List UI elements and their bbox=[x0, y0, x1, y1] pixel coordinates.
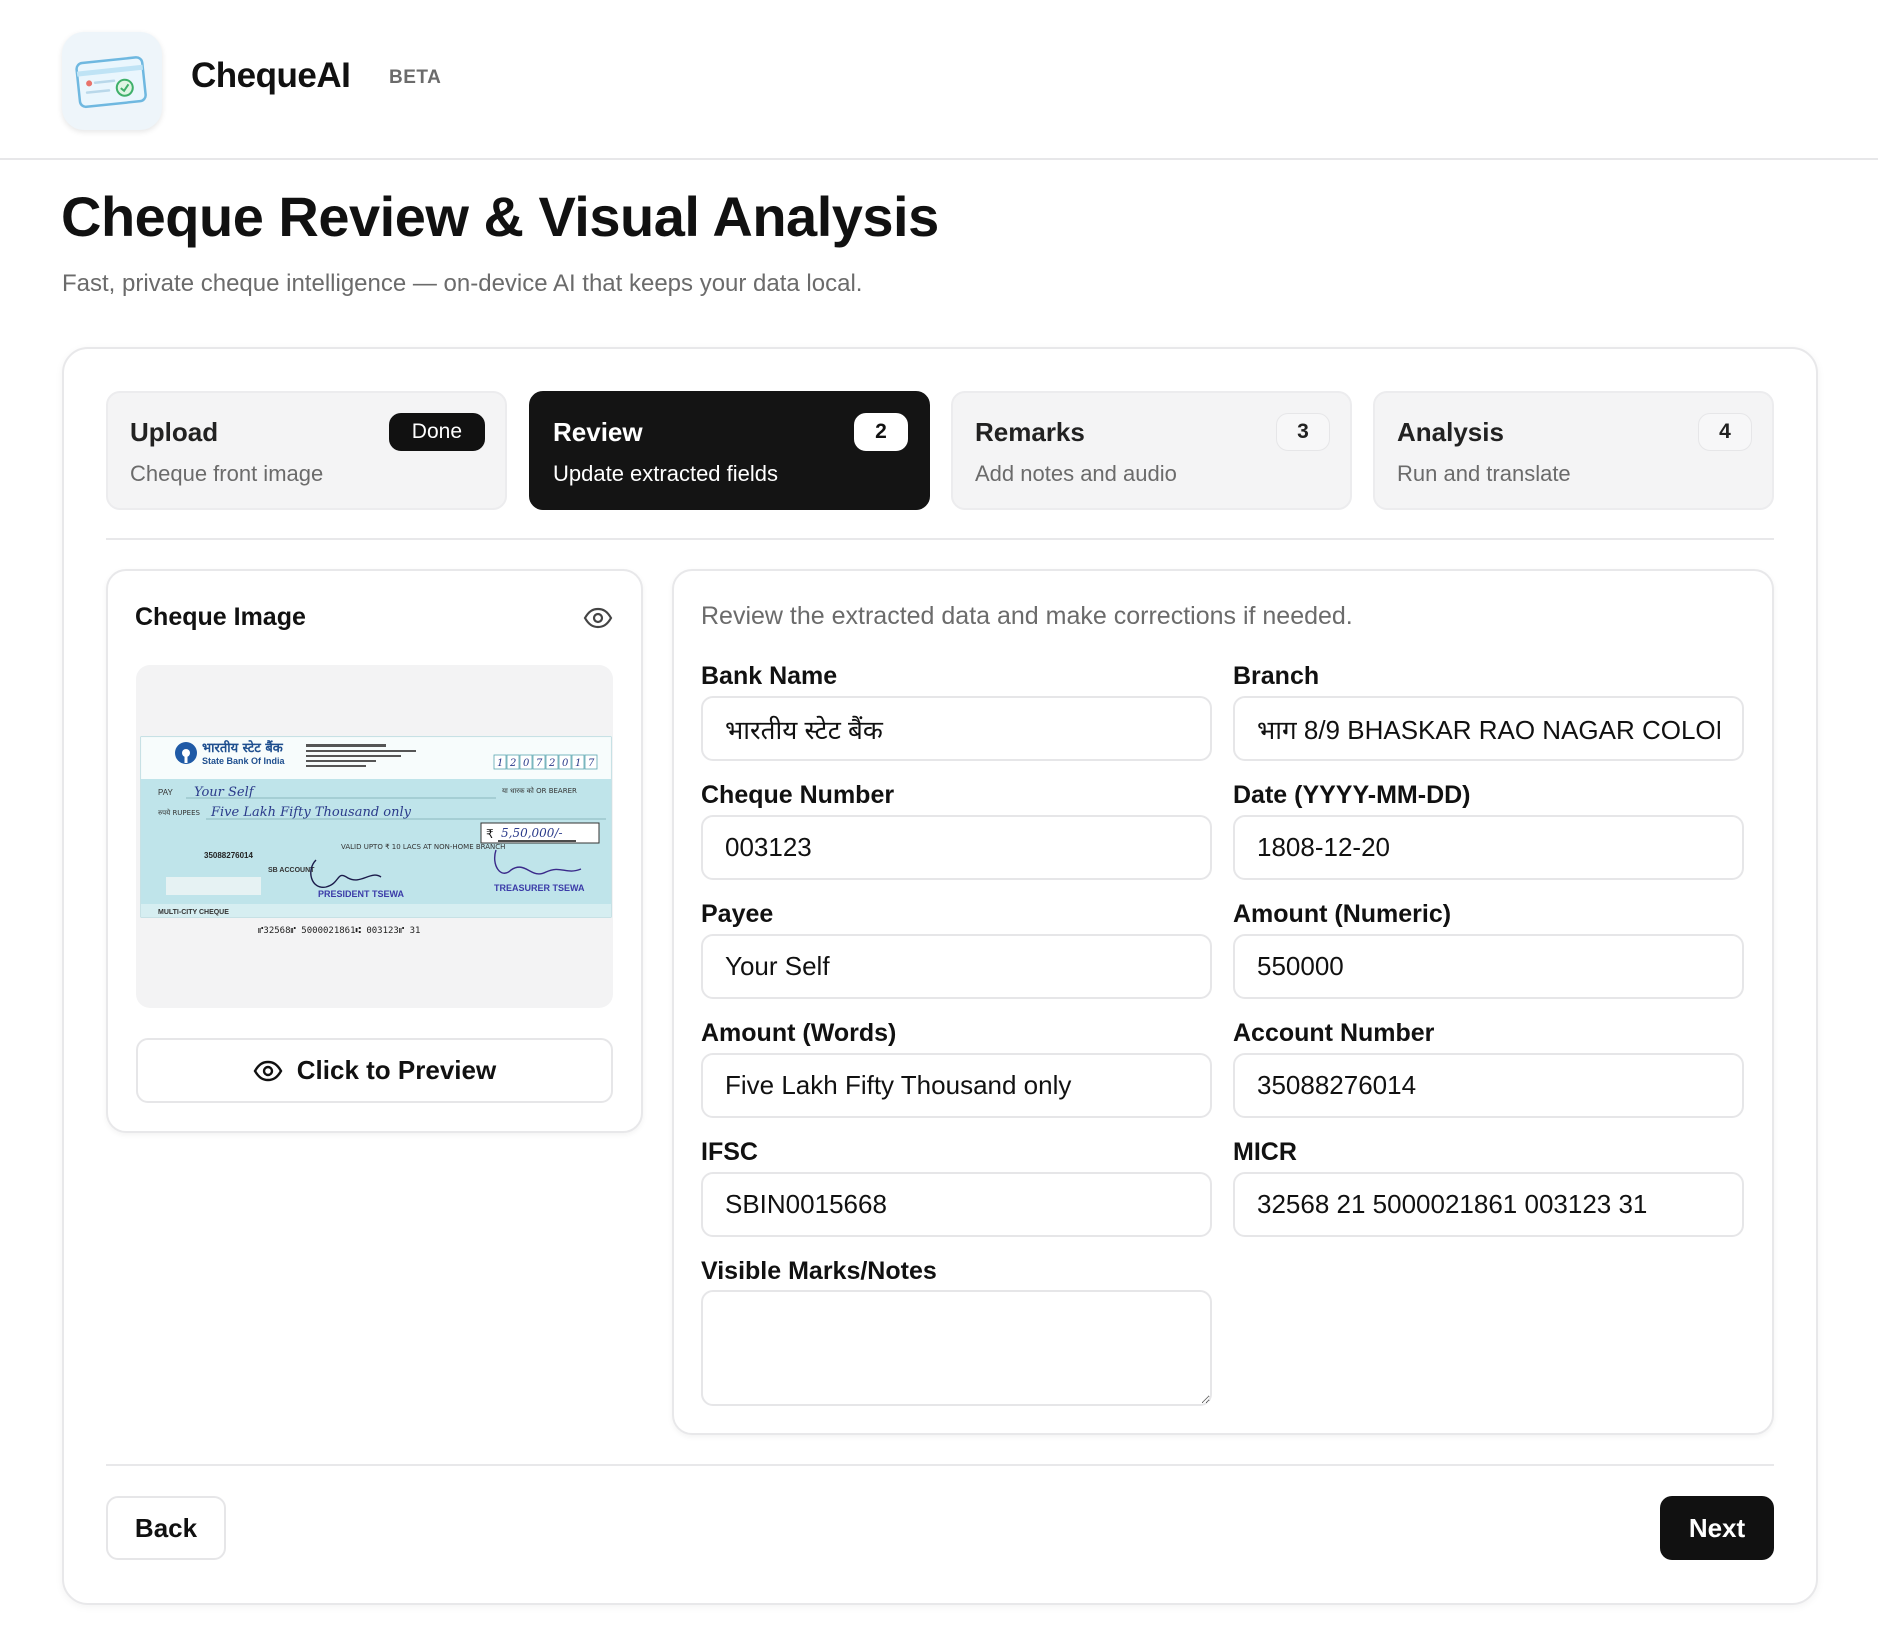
cheque-micr-line: ⑈32568⑈ 5000021861⑆ 003123⑈ 31 bbox=[258, 926, 420, 936]
cheque-number-input[interactable] bbox=[701, 815, 1212, 880]
notes-label: Visible Marks/Notes bbox=[701, 1257, 937, 1285]
back-button[interactable]: Back bbox=[106, 1496, 226, 1560]
app-logo[interactable] bbox=[62, 32, 162, 130]
payee-label: Payee bbox=[701, 900, 774, 928]
cheque-valid-text: VALID UPTO ₹ 10 LACS AT NON-HOME BRANCH bbox=[341, 843, 505, 851]
step-title: Analysis bbox=[1397, 417, 1504, 447]
payee-input[interactable] bbox=[701, 934, 1212, 999]
eye-icon bbox=[253, 1060, 283, 1081]
amount-numeric-input[interactable] bbox=[1233, 934, 1744, 999]
date-digit: 2 bbox=[548, 758, 555, 769]
cheque-image-title: Cheque Image bbox=[135, 603, 306, 631]
cheque-image: भारतीय स्टेट बैंक State Bank Of India 12… bbox=[140, 736, 612, 936]
step-analysis[interactable]: Analysis Run and translate 4 bbox=[1373, 391, 1774, 510]
branch-input[interactable] bbox=[1233, 696, 1744, 761]
preview-button-label: Click to Preview bbox=[296, 1055, 497, 1085]
step-number-badge: 4 bbox=[1698, 413, 1752, 451]
divider bbox=[106, 1464, 1774, 1466]
date-digit: 7 bbox=[536, 758, 543, 769]
step-subtitle: Run and translate bbox=[1397, 461, 1571, 486]
account-number-label: Account Number bbox=[1233, 1019, 1435, 1047]
ifsc-label: IFSC bbox=[701, 1138, 758, 1166]
date-digit: 1 bbox=[575, 758, 581, 769]
bank-name-label: Bank Name bbox=[701, 662, 838, 690]
cheque-bearer-text: या धारक को OR BEARER bbox=[502, 786, 577, 795]
step-subtitle: Update extracted fields bbox=[553, 461, 779, 486]
cheque-rupees-label: रुपये RUPEES bbox=[158, 808, 201, 817]
cheque-amount-words-handwriting: Five Lakh Fifty Thousand only bbox=[210, 805, 412, 820]
date-label: Date (YYYY-MM-DD) bbox=[1233, 781, 1471, 809]
beta-badge: BETA bbox=[389, 67, 442, 88]
micr-input[interactable] bbox=[1233, 1172, 1744, 1237]
step-title: Upload bbox=[130, 417, 219, 447]
cheque-bank-english: State Bank Of India bbox=[202, 756, 286, 766]
step-number-badge: 3 bbox=[1276, 413, 1330, 451]
bank-name-input[interactable] bbox=[701, 696, 1212, 761]
cheque-image-frame[interactable]: भारतीय स्टेट बैंक State Bank Of India 12… bbox=[136, 665, 613, 1008]
date-digit: 0 bbox=[523, 758, 530, 769]
preview-button[interactable]: Click to Preview bbox=[136, 1038, 613, 1103]
micr-label: MICR bbox=[1233, 1138, 1297, 1166]
step-number-badge: 2 bbox=[854, 413, 908, 451]
step-status-badge: Done bbox=[388, 413, 485, 451]
page-subtitle: Fast, private cheque intelligence — on-d… bbox=[62, 270, 863, 297]
cheque-card-icon bbox=[75, 56, 147, 109]
cheque-bank-hindi: भारतीय स्टेट बैंक bbox=[202, 740, 284, 756]
branch-label: Branch bbox=[1233, 662, 1320, 690]
date-digit: 0 bbox=[562, 758, 569, 769]
cheque-amount-figure-handwriting: 5,50,000/- bbox=[501, 826, 563, 840]
divider bbox=[106, 538, 1774, 540]
step-subtitle: Cheque front image bbox=[130, 461, 324, 486]
cheque-stamp-treasurer: TREASURER TSEWA bbox=[494, 883, 585, 893]
account-number-input[interactable] bbox=[1233, 1053, 1744, 1118]
step-upload[interactable]: Upload Cheque front image Done bbox=[106, 391, 507, 510]
page-title: Cheque Review & Visual Analysis bbox=[61, 185, 939, 248]
step-subtitle: Add notes and audio bbox=[975, 461, 1177, 486]
cheque-multicity-text: MULTI-CITY CHEQUE bbox=[158, 909, 229, 916]
amount-words-label: Amount (Words) bbox=[701, 1019, 897, 1047]
step-title: Review bbox=[553, 417, 643, 447]
top-bar: ChequeAI BETA bbox=[0, 0, 1878, 160]
eye-icon[interactable] bbox=[583, 603, 613, 633]
cheque-account-number: 35088276014 bbox=[204, 851, 253, 860]
notes-textarea[interactable] bbox=[701, 1290, 1212, 1406]
amount-words-input[interactable] bbox=[701, 1053, 1212, 1118]
date-digit: 7 bbox=[588, 758, 595, 769]
cheque-account-type: SB ACCOUNT bbox=[268, 867, 315, 874]
step-review[interactable]: Review Update extracted fields 2 bbox=[529, 391, 930, 510]
ifsc-input[interactable] bbox=[701, 1172, 1212, 1237]
svg-text:₹: ₹ bbox=[486, 827, 494, 841]
cheque-stamp-president: PRESIDENT TSEWA bbox=[318, 889, 405, 899]
date-digit: 2 bbox=[509, 758, 516, 769]
date-digit: 1 bbox=[497, 758, 503, 769]
next-button[interactable]: Next bbox=[1660, 1496, 1774, 1560]
step-title: Remarks bbox=[975, 417, 1085, 447]
cheque-number-label: Cheque Number bbox=[701, 781, 895, 809]
step-remarks[interactable]: Remarks Add notes and audio 3 bbox=[951, 391, 1352, 510]
app-name: ChequeAI bbox=[191, 56, 351, 95]
date-input[interactable] bbox=[1233, 815, 1744, 880]
cheque-pay-label: PAY bbox=[158, 788, 173, 797]
form-intro-text: Review the extracted data and make corre… bbox=[701, 602, 1353, 630]
amount-numeric-label: Amount (Numeric) bbox=[1233, 900, 1452, 928]
